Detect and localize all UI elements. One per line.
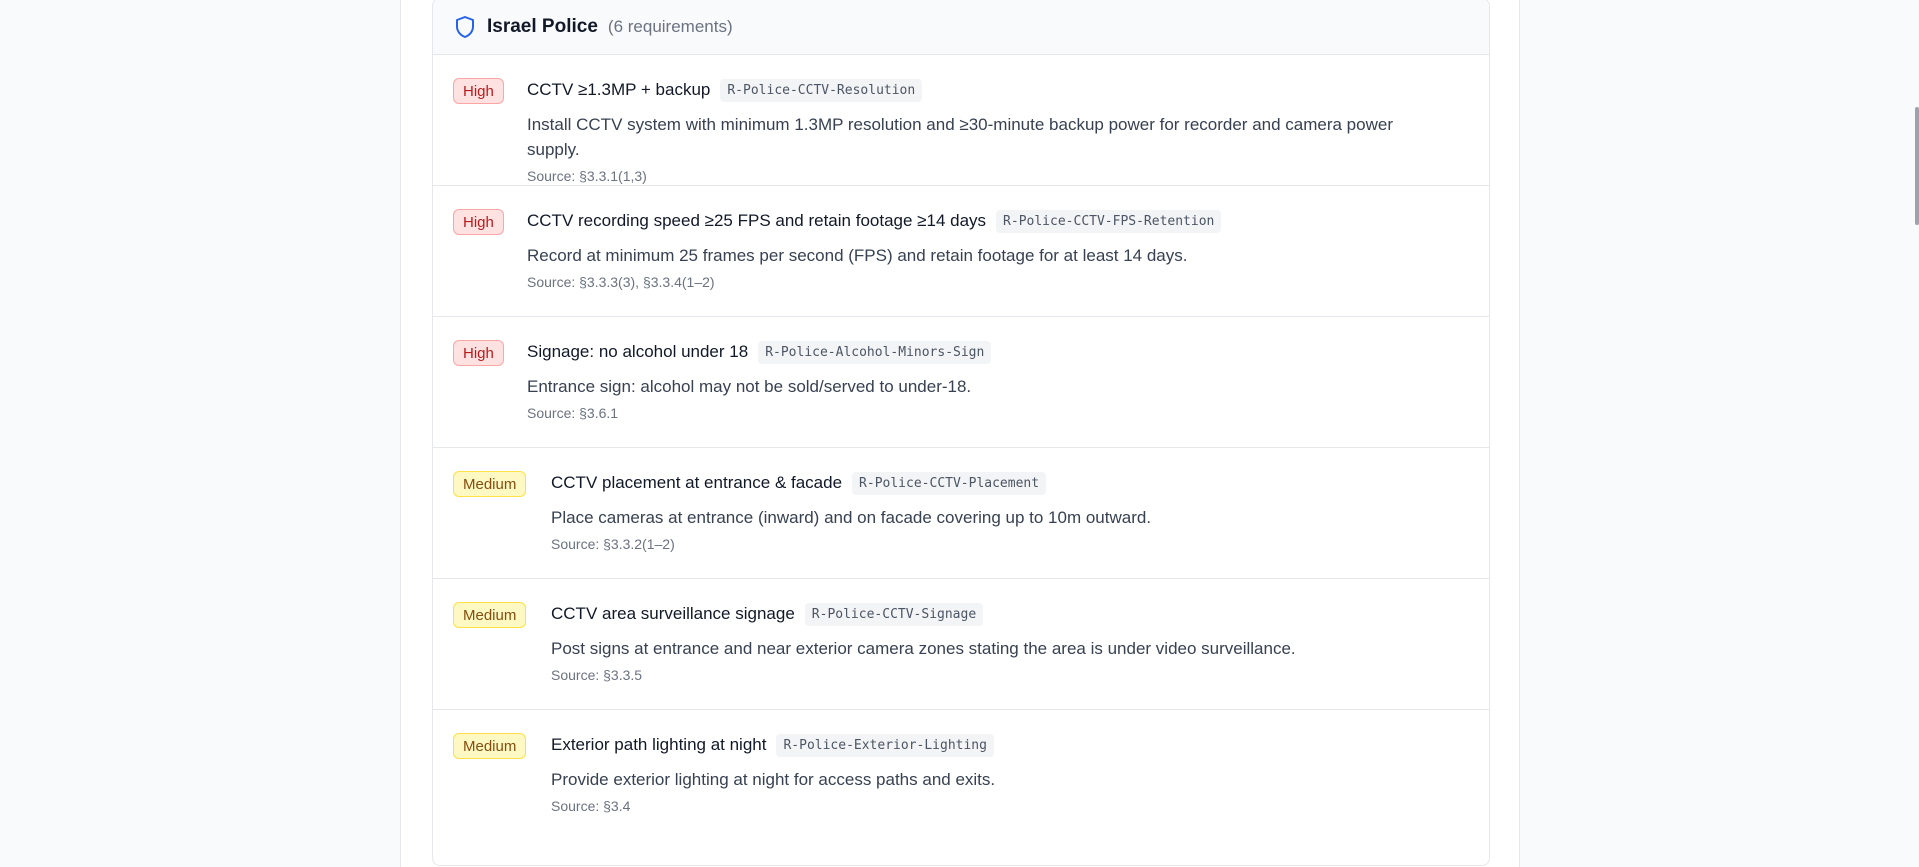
requirement-source: Source: §3.3.1(1,3) [527,168,647,184]
requirement-description: Place cameras at entrance (inward) and o… [551,508,1152,527]
requirement-source: Source: §3.3.3(3), §3.3.4(1–2) [527,274,715,290]
requirement-code: R-Police-CCTV-Signage [804,602,984,626]
requirement-source: Source: §3.4 [551,798,631,814]
requirement-source: Source: §3.3.2(1–2) [551,536,675,552]
priority-badge: Medium [453,471,527,497]
scrollbar-thumb[interactable] [1915,107,1919,225]
priority-badge: Medium [453,602,527,628]
requirement-code: R-Police-CCTV-FPS-Retention [996,209,1222,233]
requirement-code: R-Police-Exterior-Lighting [776,733,994,757]
requirement-description: Provide exterior lighting at night for a… [551,770,996,789]
requirement-source: Source: §3.6.1 [527,405,619,421]
priority-badge: High [453,78,504,104]
requirement-description: Record at minimum 25 frames per second (… [527,246,1188,265]
shield-icon [454,15,476,39]
group-count: (6 requirements) [607,16,733,36]
requirement-item: Medium CCTV placement at entrance & faca… [433,448,1489,579]
requirement-item: High CCTV ≥1.3MP + backup R-Police-CCTV-… [433,55,1489,186]
priority-badge: High [453,340,504,366]
requirement-description: Entrance sign: alcohol may not be sold/s… [527,377,972,396]
requirement-item: High CCTV recording speed ≥25 FPS and re… [433,186,1489,317]
priority-badge: Medium [453,733,527,759]
requirement-item: High Signage: no alcohol under 18 R-Poli… [433,317,1489,448]
requirement-description: Install CCTV system with minimum 1.3MP r… [527,115,1393,159]
priority-badge: High [453,209,504,235]
requirement-item: Medium CCTV area surveillance signage R-… [433,579,1489,710]
requirement-title: CCTV placement at entrance & facade [551,473,843,492]
group-header[interactable]: Israel Police (6 requirements) [433,0,1489,55]
requirement-source: Source: §3.3.5 [551,667,643,683]
content-panel: Israel Police (6 requirements) High CCTV… [400,0,1520,867]
group-title: Israel Police [487,15,598,37]
requirement-title: CCTV recording speed ≥25 FPS and retain … [527,211,987,230]
requirement-code: R-Police-CCTV-Placement [852,471,1047,495]
requirement-description: Post signs at entrance and near exterior… [551,639,1296,658]
requirement-title: Exterior path lighting at night [551,735,767,754]
requirement-code: R-Police-CCTV-Resolution [720,78,923,102]
requirement-item: Medium Exterior path lighting at night R… [433,710,1489,841]
requirement-title: CCTV area surveillance signage [551,604,795,623]
requirement-title: CCTV ≥1.3MP + backup [527,80,711,99]
requirement-title: Signage: no alcohol under 18 [527,342,749,361]
requirement-code: R-Police-Alcohol-Minors-Sign [758,340,992,364]
requirements-group: Israel Police (6 requirements) High CCTV… [432,0,1490,866]
